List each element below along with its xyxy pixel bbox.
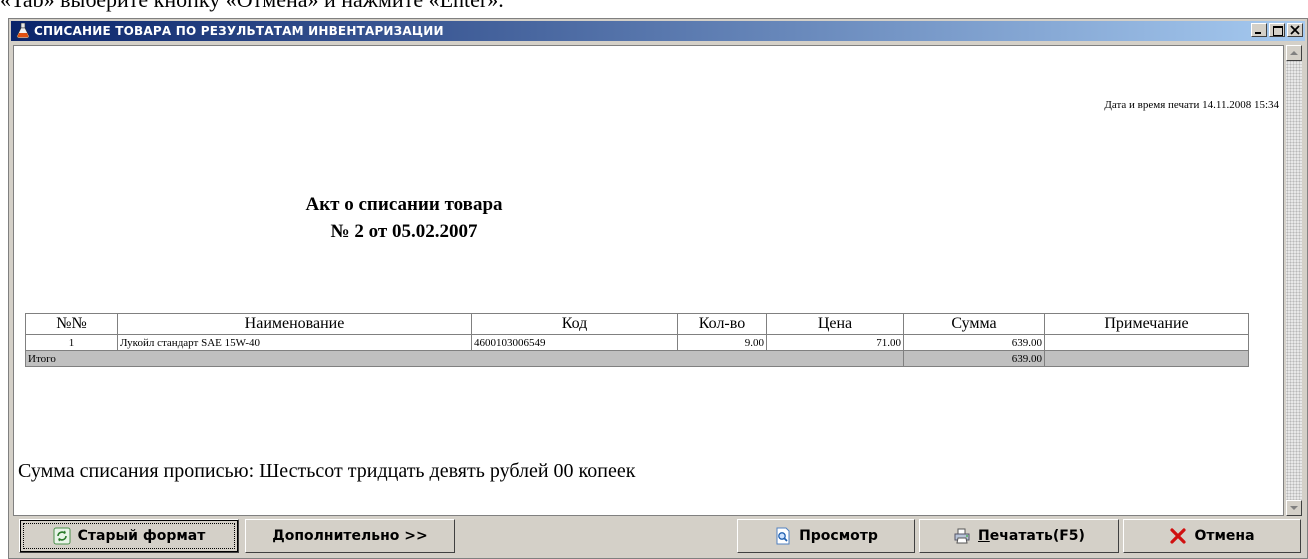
col-header-name: Наименование [117,313,472,335]
cell-note [1044,334,1249,351]
minimize-icon [1255,32,1261,34]
close-button[interactable] [1287,23,1303,37]
col-header-sum: Сумма [903,313,1045,335]
scroll-down-button[interactable] [1286,500,1302,516]
red-x-icon [1170,528,1187,544]
vertical-scrollbar[interactable] [1285,45,1302,516]
write-off-window: СПИСАНИЕ ТОВАРА ПО РЕЗУЛЬТАТАМ ИНВЕНТАРИ… [8,18,1308,559]
cell-sum: 639.00 [903,334,1045,351]
arrow-up-icon [1290,51,1298,55]
preview-button[interactable]: Просмотр [737,519,915,553]
old-format-button[interactable]: Старый формат [19,519,239,553]
arrow-down-icon [1290,506,1298,510]
print-label-hotkey: П [978,528,990,544]
col-header-note: Примечание [1044,313,1249,335]
maximize-button[interactable] [1269,23,1285,37]
total-note [1044,350,1249,367]
cell-quantity: 9.00 [677,334,767,351]
cell-number: 1 [25,334,118,351]
minimize-button[interactable] [1251,23,1267,37]
table-total-row: Итого 639.00 [25,350,1249,367]
print-datetime: Дата и время печати 14.11.2008 15:34 [1104,99,1279,111]
instruction-caption: «Tab» выберите кнопку «Отмена» и нажмите… [0,0,504,13]
cell-name: Лукойл стандарт SAE 15W-40 [117,334,472,351]
table-row: 1 Лукойл стандарт SAE 15W-40 46001030065… [25,334,1249,351]
col-header-number: №№ [25,313,118,335]
flask-icon [16,23,30,39]
close-icon [1290,25,1300,35]
print-label: Печатать(F5) [978,528,1085,544]
window-title: СПИСАНИЕ ТОВАРА ПО РЕЗУЛЬТАТАМ ИНВЕНТАРИ… [34,24,444,38]
old-format-label: Старый формат [77,528,206,544]
total-label: Итого [25,350,904,367]
table-header-row: №№ Наименование Код Кол-во Цена Сумма Пр… [25,313,1249,335]
report-subtitle: № 2 от 05.02.2007 [330,221,478,242]
print-label-rest: ечатать(F5) [989,528,1085,544]
preview-label: Просмотр [799,528,878,544]
col-header-price: Цена [766,313,904,335]
additional-label: Дополнительно >> [272,528,428,544]
title-bar: СПИСАНИЕ ТОВАРА ПО РЕЗУЛЬТАТАМ ИНВЕНТАРИ… [11,21,1305,41]
maximize-icon [1273,26,1283,36]
printer-icon [954,528,970,544]
scroll-up-button[interactable] [1286,45,1302,61]
print-button[interactable]: Печатать(F5) [919,519,1119,553]
cell-price: 71.00 [766,334,904,351]
items-table: №№ Наименование Код Кол-во Цена Сумма Пр… [25,313,1249,367]
report-title: Акт о списании товара [305,194,503,215]
button-bar: Старый формат Дополнительно >> Просмотр … [13,519,1305,557]
col-header-quantity: Кол-во [677,313,767,335]
report-document: Дата и время печати 14.11.2008 15:34 Акт… [13,45,1284,516]
total-amount: 639.00 [903,350,1045,367]
cell-code: 4600103006549 [471,334,678,351]
cancel-label: Отмена [1194,528,1255,544]
refresh-icon [53,527,71,545]
cancel-button[interactable]: Отмена [1123,519,1301,553]
sum-in-words: Сумма списания прописью: Шестьсот тридца… [18,460,636,482]
additional-button[interactable]: Дополнительно >> [245,519,455,553]
magnifier-document-icon [776,527,790,545]
col-header-code: Код [471,313,678,335]
